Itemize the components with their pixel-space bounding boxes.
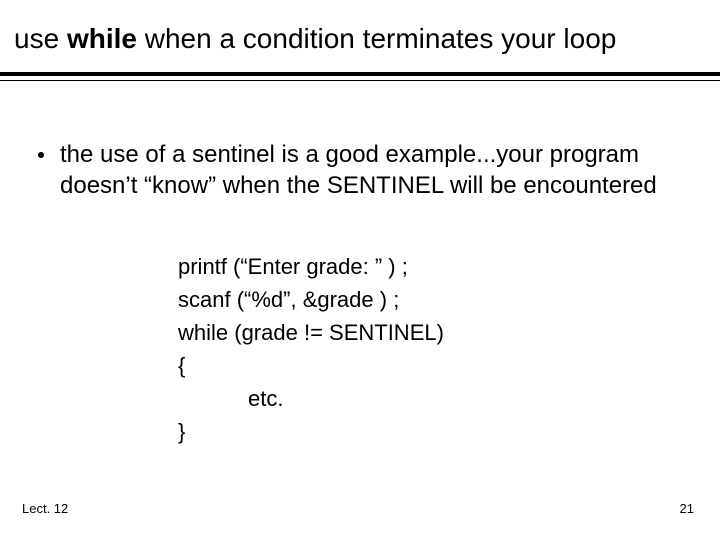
code-line-5: etc.	[178, 382, 444, 415]
code-line-2: scanf (“%d”, &grade ) ;	[178, 283, 444, 316]
code-line-1: printf (“Enter grade: ” ) ;	[178, 250, 444, 283]
divider-thin	[0, 80, 720, 81]
code-line-6: }	[178, 415, 444, 448]
footer-page-number: 21	[680, 501, 694, 516]
slide: use while when a condition terminates yo…	[0, 0, 720, 540]
bullet-dot-icon	[38, 152, 44, 158]
bullet-text: the use of a sentinel is a good example.…	[60, 140, 680, 201]
code-line-3: while (grade != SENTINEL)	[178, 316, 444, 349]
bullet-item: the use of a sentinel is a good example.…	[38, 140, 680, 201]
divider-thick	[0, 72, 720, 76]
code-line-4: {	[178, 349, 444, 382]
slide-title: use while when a condition terminates yo…	[14, 22, 706, 56]
title-pre: use	[14, 23, 67, 54]
code-block: printf (“Enter grade: ” ) ; scanf (“%d”,…	[178, 250, 444, 448]
body: the use of a sentinel is a good example.…	[38, 140, 680, 201]
footer-lecture: Lect. 12	[22, 501, 68, 516]
title-keyword: while	[67, 23, 137, 54]
title-post: when a condition terminates your loop	[137, 23, 616, 54]
